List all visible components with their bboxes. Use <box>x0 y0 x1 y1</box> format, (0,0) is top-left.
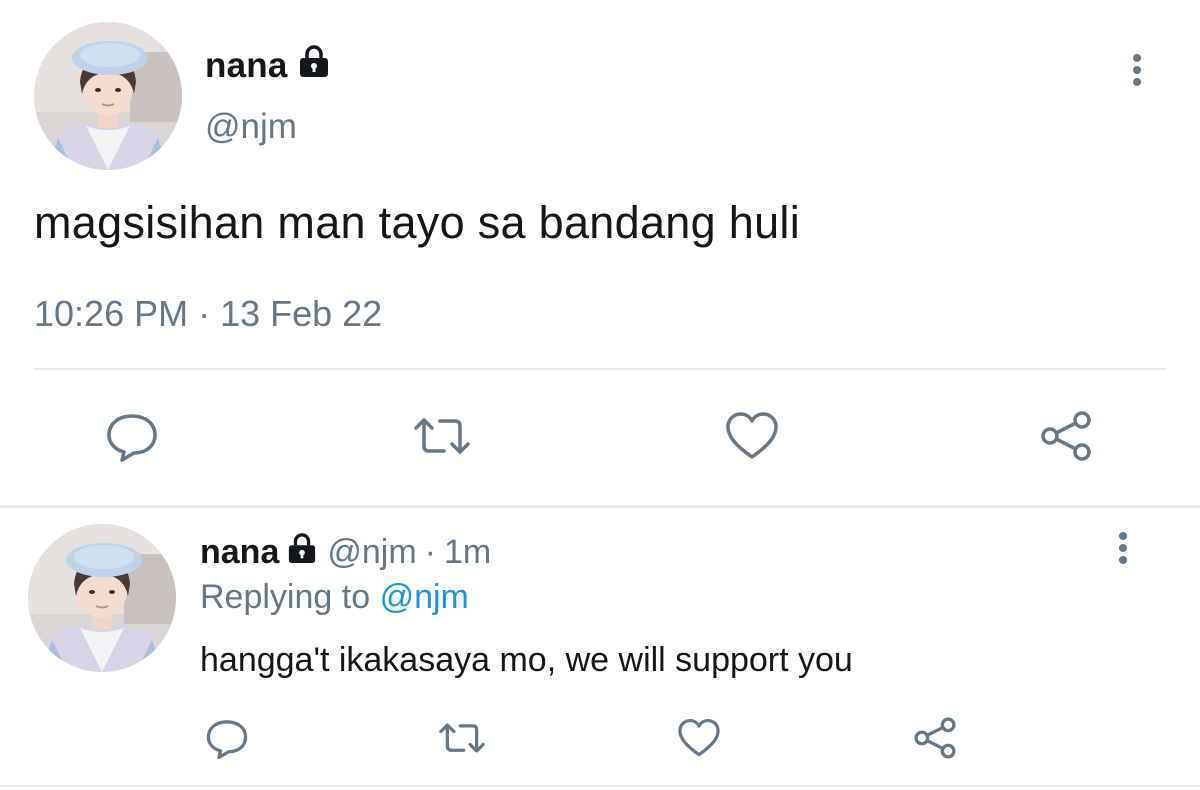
section-divider <box>0 505 1200 508</box>
heart-icon <box>723 410 781 467</box>
author-handle[interactable]: @njm <box>205 107 297 147</box>
separator: · <box>424 533 436 571</box>
tweet-timestamp[interactable]: 10:26 PM · 13 Feb 22 <box>34 293 382 335</box>
share-icon <box>1038 408 1094 469</box>
author-handle[interactable]: @njm <box>327 533 416 572</box>
heart-icon <box>676 717 722 764</box>
lock-icon <box>298 44 330 87</box>
replying-to: Replying to @njm <box>200 578 469 617</box>
author-name[interactable]: nana <box>200 533 279 572</box>
like-button[interactable] <box>674 715 724 765</box>
lock-icon <box>287 532 317 573</box>
replying-label: Replying to <box>200 578 371 616</box>
divider <box>0 785 1200 787</box>
reply-icon <box>104 410 160 467</box>
tweet-text: magsisihan man tayo sa bandang huli <box>34 197 800 248</box>
share-icon <box>912 715 958 766</box>
retweet-icon <box>410 414 474 463</box>
retweet-icon <box>436 720 488 761</box>
more-vertical-icon[interactable] <box>1122 50 1152 90</box>
retweet-button[interactable] <box>437 715 487 765</box>
avatar[interactable] <box>34 22 182 170</box>
reply-icon <box>204 717 250 764</box>
author-name-text[interactable]: nana <box>205 46 288 86</box>
reply-button[interactable] <box>102 408 162 468</box>
like-button[interactable] <box>722 408 782 468</box>
more-vertical-icon[interactable] <box>1108 528 1138 568</box>
avatar[interactable] <box>28 524 176 672</box>
share-button[interactable] <box>910 715 960 765</box>
tweet-text: hangga't ikakasaya mo, we will support y… <box>200 641 853 679</box>
share-button[interactable] <box>1036 408 1096 468</box>
tweet-age[interactable]: 1m <box>444 533 491 572</box>
retweet-button[interactable] <box>412 408 472 468</box>
reply-button[interactable] <box>202 715 252 765</box>
author-name[interactable]: nana <box>205 44 330 87</box>
replying-mention-link[interactable]: @njm <box>380 578 469 616</box>
reply-header: nana @njm · 1m <box>200 532 491 573</box>
divider <box>34 368 1166 370</box>
